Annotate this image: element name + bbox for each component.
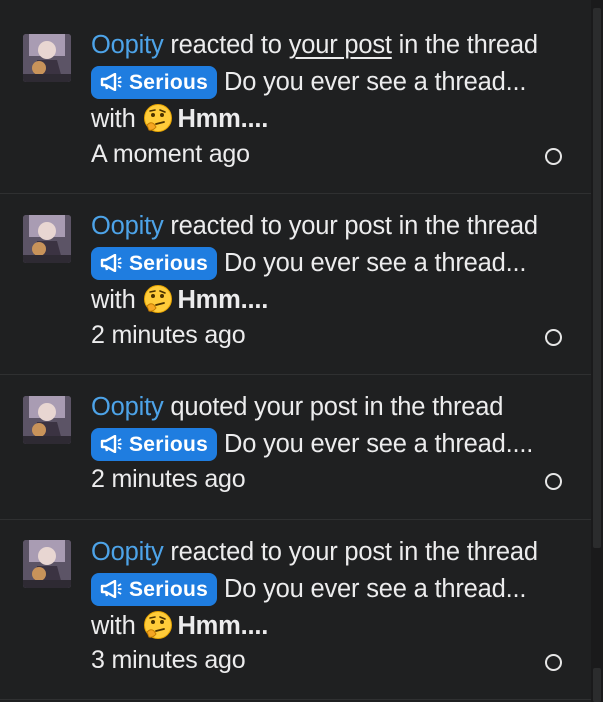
megaphone-icon [99, 68, 123, 92]
timestamp[interactable]: 2 minutes ago [91, 321, 246, 350]
action-text: in the thread [391, 212, 538, 240]
scrollbar-segment[interactable] [593, 668, 601, 702]
megaphone-icon [99, 430, 123, 454]
prefix-label: Serious [129, 578, 209, 601]
notification-text: Oopity quoted your post in the thread Se… [91, 389, 569, 463]
thinking-face-emoji [143, 610, 173, 640]
notification-text: Oopity reacted to your post in the threa… [91, 208, 569, 319]
mark-read-toggle[interactable] [545, 473, 562, 490]
username-link[interactable]: Oopity [91, 31, 164, 59]
reaction-label: Hmm.... [177, 286, 269, 314]
notification-item[interactable]: Oopity reacted to your post in the threa… [0, 194, 591, 375]
megaphone-icon [99, 575, 123, 599]
timestamp[interactable]: 3 minutes ago [91, 646, 246, 675]
scrollbar-track[interactable] [591, 0, 603, 702]
notification-item[interactable]: Oopity quoted your post in the thread Se… [0, 375, 591, 520]
timestamp[interactable]: 2 minutes ago [91, 465, 246, 494]
username-link[interactable]: Oopity [91, 393, 164, 421]
reaction-label: Hmm.... [177, 105, 269, 133]
notification-text: Oopity reacted to your post in the threa… [91, 27, 569, 138]
thread-prefix-badge[interactable]: Serious [91, 428, 218, 461]
action-text: in the thread [391, 31, 538, 59]
thinking-face-emoji [143, 103, 173, 133]
username-link[interactable]: Oopity [91, 538, 164, 566]
post-link[interactable]: your post [289, 538, 392, 566]
thread-prefix-badge[interactable]: Serious [91, 247, 218, 280]
action-text: reacted to [163, 31, 289, 59]
reaction-label: Hmm.... [177, 612, 269, 640]
notification-item[interactable]: Oopity reacted to your post in the threa… [0, 520, 591, 700]
username-link[interactable]: Oopity [91, 212, 164, 240]
scrollbar-thumb[interactable] [593, 8, 601, 548]
notification-list: Oopity reacted to your post in the threa… [0, 0, 591, 702]
mark-read-toggle[interactable] [545, 148, 562, 165]
megaphone-icon [99, 249, 123, 273]
mark-read-toggle[interactable] [545, 654, 562, 671]
action-text: quoted [163, 393, 255, 421]
prefix-label: Serious [129, 433, 209, 456]
thread-prefix-badge[interactable]: Serious [91, 66, 218, 99]
avatar[interactable] [23, 215, 71, 263]
post-link[interactable]: your post [289, 212, 392, 240]
avatar[interactable] [23, 540, 71, 588]
action-text: in the thread [357, 393, 504, 421]
mark-read-toggle[interactable] [545, 329, 562, 346]
thread-prefix-badge[interactable]: Serious [91, 573, 218, 606]
action-text: reacted to [163, 538, 289, 566]
prefix-label: Serious [129, 71, 209, 94]
notification-item[interactable]: Oopity reacted to your post in the threa… [0, 0, 591, 194]
avatar[interactable] [23, 34, 71, 82]
action-text: in the thread [391, 538, 538, 566]
thinking-face-emoji [143, 284, 173, 314]
notification-text: Oopity reacted to your post in the threa… [91, 534, 569, 645]
post-link[interactable]: your post [289, 31, 392, 59]
action-text: reacted to [163, 212, 289, 240]
thread-title-link[interactable]: Do you ever see a thread.... [217, 430, 533, 458]
post-link[interactable]: your post [254, 393, 357, 421]
prefix-label: Serious [129, 252, 209, 275]
timestamp[interactable]: A moment ago [91, 140, 250, 169]
avatar[interactable] [23, 396, 71, 444]
